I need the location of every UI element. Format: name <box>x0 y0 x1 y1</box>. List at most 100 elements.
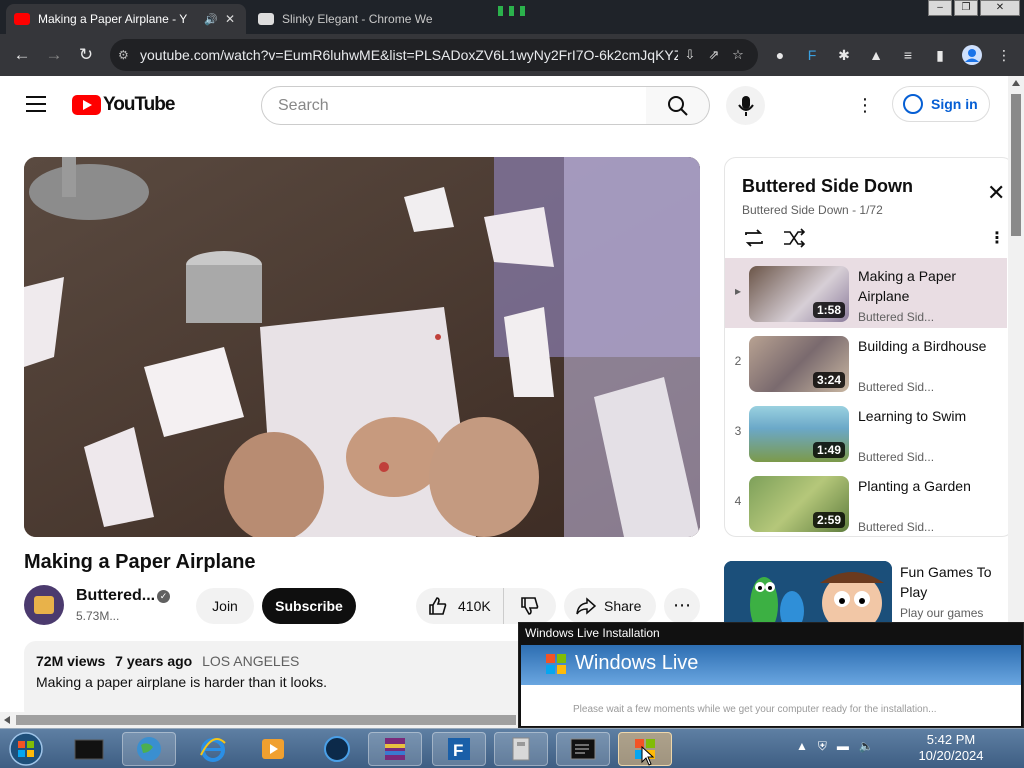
taskbar-dark-orb-app[interactable] <box>310 732 364 766</box>
tab-title: Making a Paper Airplane - Y <box>38 12 188 26</box>
scroll-up-arrow-icon[interactable] <box>1012 80 1020 86</box>
start-orb-icon[interactable] <box>6 731 46 767</box>
youtube-play-icon <box>72 95 101 115</box>
video-location[interactable]: LOS ANGELES <box>202 653 299 669</box>
playlist-item-index: ▸ <box>734 284 742 298</box>
taskbar-media-player[interactable] <box>246 732 300 766</box>
extension-filezilla-icon[interactable]: F <box>798 40 826 70</box>
side-panel-icon[interactable]: ▮ <box>926 40 954 70</box>
share-button[interactable]: Share <box>564 588 656 624</box>
filezilla-icon: F <box>448 738 470 760</box>
ad-game-art <box>724 561 892 625</box>
chrome-menu-icon[interactable]: ⋮ <box>990 40 1018 70</box>
bookmark-star-icon[interactable]: ☆ <box>726 47 750 63</box>
taskbar-archive-app[interactable] <box>494 732 548 766</box>
verified-check-icon: ✓ <box>157 590 170 603</box>
system-clock[interactable]: 5:42 PM 10/20/2024 <box>896 732 1006 764</box>
playlist-title[interactable]: Buttered Side Down <box>742 176 913 197</box>
security-shield-icon[interactable]: ⛨ <box>818 739 827 754</box>
profile-avatar-icon[interactable] <box>958 40 986 70</box>
taskbar-console-window[interactable] <box>556 732 610 766</box>
thumbs-down-icon <box>521 597 539 615</box>
playlist-panel: Buttered Side Down Buttered Side Down - … <box>724 157 1014 537</box>
media-queue-icon[interactable]: ≡ <box>894 40 922 70</box>
taskbar-globe-app[interactable] <box>122 732 176 766</box>
like-count: 410K <box>458 598 491 614</box>
ad-subtitle: Play our games <box>900 606 984 620</box>
like-dislike-group: 410K <box>416 588 556 624</box>
ad-thumbnail[interactable] <box>724 561 892 625</box>
dislike-button[interactable] <box>504 588 556 624</box>
playlist-item[interactable]: ▸ 1:58 Making a Paper Airplane Buttered … <box>725 258 1007 328</box>
playlist-item[interactable]: 3 1:49 Learning to Swim Buttered Sid... <box>725 398 1007 468</box>
tab-youtube[interactable]: Making a Paper Airplane - Y 🔊 ✕ <box>6 4 246 34</box>
volume-icon[interactable]: 🔈 <box>859 739 874 754</box>
close-window-icon[interactable]: ✕ <box>980 0 1020 16</box>
subscribe-button[interactable]: Subscribe <box>262 588 356 624</box>
browser-toolbar: ← → ↻ ⚙ youtube.com/watch?v=EumR6luhwME&… <box>0 34 1024 76</box>
forward-arrow-icon[interactable]: → <box>38 39 70 71</box>
playlist-menu-icon[interactable]: ⋮ <box>989 228 1005 248</box>
playlist-item-channel: Buttered Sid... <box>858 450 935 464</box>
search-input[interactable]: Search <box>261 86 647 125</box>
account-icon <box>903 94 923 114</box>
shuffle-icon[interactable] <box>782 226 806 250</box>
windows-live-installer-window[interactable]: Windows Live Installation Windows Live P… <box>518 622 1024 728</box>
duration-badge: 1:49 <box>812 442 845 458</box>
share-arrow-icon <box>576 597 596 615</box>
extensions-bar: ● F ✱ ▲ ≡ ▮ ⋮ <box>766 40 1018 70</box>
voice-search-button[interactable] <box>726 86 765 125</box>
loop-playlist-icon[interactable] <box>742 226 766 250</box>
hamburger-menu-icon[interactable] <box>26 96 46 112</box>
more-actions-icon[interactable]: ⋯ <box>664 588 700 624</box>
settings-menu-icon[interactable]: ⋮ <box>856 94 874 116</box>
search-button[interactable] <box>646 86 710 125</box>
install-app-icon[interactable]: ⇩ <box>678 47 702 63</box>
taskbar-winrar[interactable] <box>368 732 422 766</box>
youtube-logo[interactable]: YouTube <box>72 94 175 116</box>
svg-text:F: F <box>453 741 463 760</box>
playlist-thumbnail: 1:49 <box>749 406 849 462</box>
minimize-icon[interactable]: – <box>928 0 952 16</box>
horizontal-scrollbar[interactable] <box>0 712 520 728</box>
playlist-item[interactable]: 4 2:59 Planting a Garden Buttered Sid... <box>725 468 1007 536</box>
speaker-icon[interactable]: 🔊 <box>204 13 218 26</box>
like-button[interactable]: 410K <box>416 588 504 624</box>
join-button[interactable]: Join <box>196 588 254 624</box>
taskbar-internet-explorer[interactable] <box>186 732 240 766</box>
channel-name[interactable]: Buttered... <box>76 587 155 605</box>
close-tab-icon[interactable]: ✕ <box>222 12 238 26</box>
reload-icon[interactable]: ↻ <box>70 39 102 71</box>
share-page-icon[interactable]: ⇗ <box>702 47 726 63</box>
video-player[interactable] <box>24 157 700 537</box>
taskbar-media-window[interactable] <box>62 732 116 766</box>
close-playlist-icon[interactable]: ✕ <box>987 182 1005 204</box>
system-tray: ▲ ⛨ ▬ 🔈 <box>796 739 874 754</box>
clock-date: 10/20/2024 <box>918 748 984 763</box>
windows-flag-icon <box>546 654 566 674</box>
playlist-item[interactable]: 2 3:24 Building a Birdhouse Buttered Sid… <box>725 328 1007 398</box>
network-icon[interactable]: ▬ <box>837 739 849 754</box>
vertical-scrollbar[interactable] <box>1008 76 1024 712</box>
back-arrow-icon[interactable]: ← <box>6 39 38 71</box>
sign-in-button[interactable]: Sign in <box>892 86 990 122</box>
site-info-icon[interactable]: ⚙ <box>118 48 140 62</box>
playlist-item-channel: Buttered Sid... <box>858 380 935 394</box>
tab-slinky[interactable]: Slinky Elegant - Chrome We <box>250 4 440 34</box>
labs-flask-icon[interactable]: ▲ <box>862 40 890 70</box>
taskbar-filezilla[interactable]: F <box>432 732 486 766</box>
extension-globe-icon[interactable]: ● <box>766 40 794 70</box>
scroll-thumb[interactable] <box>1011 94 1021 236</box>
installer-banner: Windows Live <box>521 645 1021 685</box>
ad-title[interactable]: Fun Games To Play <box>900 562 1006 602</box>
extensions-puzzle-icon[interactable]: ✱ <box>830 40 858 70</box>
channel-avatar[interactable] <box>24 585 64 625</box>
scroll-left-arrow-icon[interactable] <box>4 716 10 724</box>
maximize-icon[interactable]: ❐ <box>954 0 978 16</box>
black-window-icon <box>74 739 104 760</box>
url-text[interactable]: youtube.com/watch?v=EumR6luhwME&list=PLS… <box>140 47 678 63</box>
address-bar[interactable]: ⚙ youtube.com/watch?v=EumR6luhwME&list=P… <box>110 39 758 71</box>
show-hidden-icons-icon[interactable]: ▲ <box>796 739 808 754</box>
horizontal-scroll-thumb[interactable] <box>16 715 516 725</box>
microphone-icon <box>737 95 754 116</box>
